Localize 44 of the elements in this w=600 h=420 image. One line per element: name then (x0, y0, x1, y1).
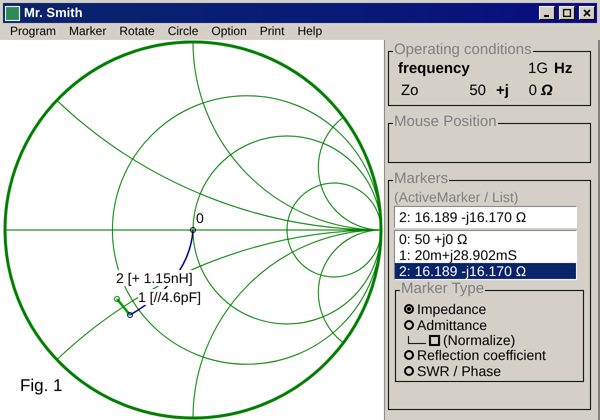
marker-label: 0 (196, 210, 204, 226)
marker-list-item[interactable]: 1: 20m+j28.902mS (395, 247, 576, 263)
menu-item[interactable]: Marker (63, 24, 112, 39)
zo-imag-value: 0 (528, 81, 537, 101)
close-icon (583, 9, 591, 17)
app-icon (5, 6, 20, 20)
maximize-button[interactable] (559, 6, 575, 20)
frequency-label: frequency (398, 59, 471, 79)
zo-label: Zo (401, 81, 420, 101)
minimize-button[interactable] (539, 6, 555, 20)
menu-item[interactable]: Option (205, 24, 253, 39)
radio-button[interactable] (404, 366, 414, 376)
figure-label: Fig. 1 (20, 376, 63, 396)
active-marker-field[interactable]: 2: 16.189 -j16.170 Ω (394, 206, 577, 228)
normalize-checkbox[interactable] (429, 334, 440, 346)
marker-list-item[interactable]: 2: 16.189 -j16.170 Ω (395, 263, 576, 279)
tree-connector-icon (408, 336, 426, 344)
radio-button[interactable] (404, 304, 414, 314)
marker-list-item[interactable]: 0: 50 +j0 Ω (395, 231, 576, 247)
frequency-value: 1G (526, 59, 548, 79)
zo-j-label: +j (496, 81, 509, 101)
marker-label: 1 [//4.6pF] (138, 289, 202, 305)
menu-item[interactable]: Program (4, 24, 62, 39)
radio-button[interactable] (404, 350, 414, 360)
window-title: Mr. Smith (24, 5, 84, 21)
normalize-label: (Normalize) (443, 332, 516, 348)
radio-button[interactable] (404, 320, 414, 330)
radio-label: Reflection coefficient (417, 347, 546, 363)
markers-hint: (ActiveMarker / List) (394, 189, 520, 205)
radio-label: SWR / Phase (417, 363, 502, 379)
group-title: Marker Type (400, 280, 486, 298)
radio-label: Impedance (417, 301, 486, 317)
menu-item[interactable]: Rotate (113, 24, 161, 39)
zo-unit: Ω (540, 81, 553, 101)
group-title: Operating conditions (393, 41, 533, 59)
menu-item[interactable]: Help (291, 24, 328, 39)
close-button[interactable] (579, 6, 595, 20)
radio-label: Admittance (417, 317, 488, 333)
menu-item[interactable]: Print (254, 24, 290, 39)
frequency-unit: Hz (554, 59, 572, 79)
marker-label: 2 [+ 1.15nH] (116, 270, 193, 286)
menu-item[interactable]: Circle (162, 24, 204, 39)
zo-real-value: 50 (468, 81, 486, 101)
maximize-icon (563, 9, 571, 17)
